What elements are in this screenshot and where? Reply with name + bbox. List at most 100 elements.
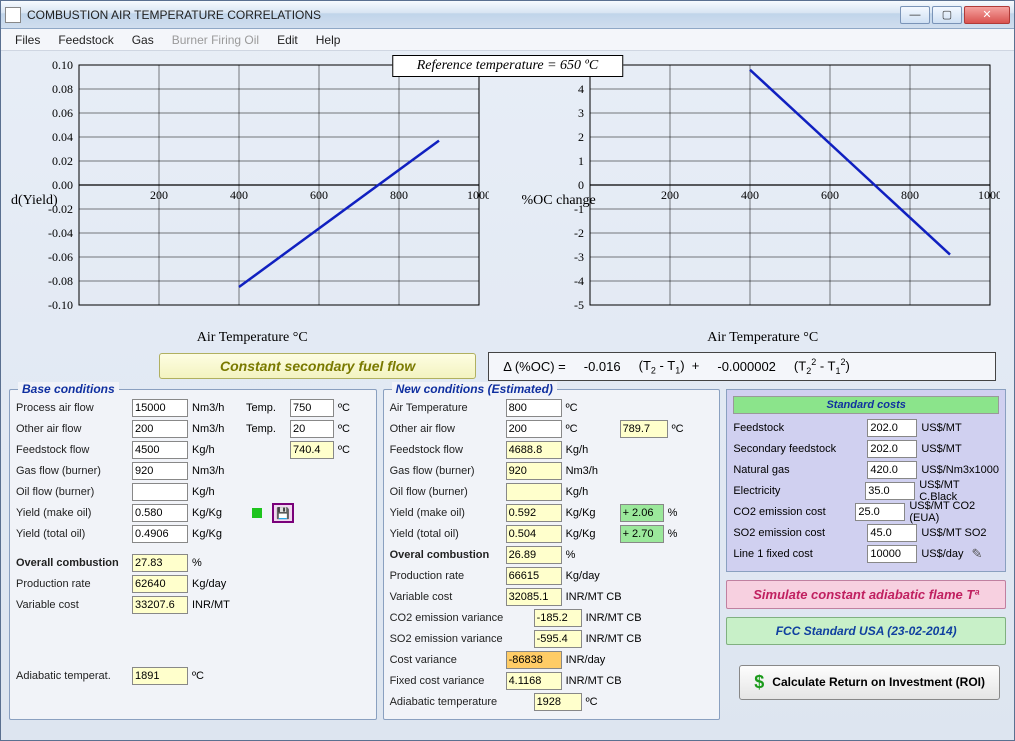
svg-text:600: 600 [821,188,839,202]
new-air-temp[interactable] [506,399,562,417]
base-other-air-temp[interactable] [290,420,334,438]
formula-t1: (T2 - T1) + [639,358,700,376]
new-yield-make-delta [620,504,664,522]
menu-help[interactable]: Help [308,31,349,49]
new-co2[interactable] [534,609,582,627]
menu-burner-oil: Burner Firing Oil [164,31,267,49]
svg-text:1: 1 [578,154,584,168]
svg-text:-4: -4 [574,274,584,288]
base-legend: Base conditions [18,382,119,396]
base-feedstock[interactable] [132,441,188,459]
base-yield-make[interactable] [132,504,188,522]
new-so2[interactable] [534,630,582,648]
base-gas-flow[interactable] [132,462,188,480]
app-icon [5,7,21,23]
svg-text:0.10: 0.10 [52,58,73,72]
new-yield-total-delta [620,525,664,543]
base-feedstock-temp[interactable] [290,441,334,459]
new-other-air[interactable] [506,420,562,438]
chart2-xlabel: Air Temperature °C [520,330,1007,346]
new-overall[interactable] [506,546,562,564]
constant-fuel-flow-button[interactable]: Constant secondary fuel flow [159,353,476,379]
new-gas-flow[interactable] [506,462,562,480]
cost-value-0[interactable] [867,419,917,437]
svg-text:1000: 1000 [978,188,1000,202]
new-yield-total[interactable] [506,525,562,543]
floppy-icon: 💾 [276,507,290,520]
base-adiabatic[interactable] [132,667,188,685]
cost-unit: US$/day [921,548,963,560]
svg-text:0.08: 0.08 [52,82,73,96]
menu-files[interactable]: Files [7,31,48,49]
cost-value-6[interactable] [867,545,917,563]
save-icon-button[interactable]: 💾 [272,503,294,523]
svg-text:1000: 1000 [467,188,489,202]
new-cost-var[interactable] [506,651,562,669]
cost-value-5[interactable] [867,524,917,542]
close-button[interactable]: ✕ [964,6,1010,24]
svg-text:-0.06: -0.06 [48,250,73,264]
minimize-button[interactable]: — [900,6,930,24]
svg-text:3: 3 [578,106,584,120]
base-oil-flow[interactable] [132,483,188,501]
base-prod-rate[interactable] [132,575,188,593]
dollar-icon: $ [754,672,764,693]
menu-feedstock[interactable]: Feedstock [50,31,121,49]
cost-unit: US$/Nm3x1000 [921,464,999,476]
base-other-air[interactable] [132,420,188,438]
menubar: Files Feedstock Gas Burner Firing Oil Ed… [1,29,1014,51]
window-title: COMBUSTION AIR TEMPERATURE CORRELATIONS [27,8,900,22]
svg-text:600: 600 [310,188,328,202]
chart2-ylabel: %OC change [522,193,596,209]
reference-temperature-box: Reference temperature = 650 ºC [392,55,623,77]
menu-edit[interactable]: Edit [269,31,306,49]
formula-box: Δ (%OC) = -0.016 (T2 - T1) + -0.000002 (… [488,352,996,381]
new-adiabatic[interactable] [534,693,582,711]
cost-value-3[interactable] [865,482,915,500]
cost-value-4[interactable] [855,503,905,521]
simulate-adiabatic-button[interactable]: Simulate constant adiabatic flame Tª [726,580,1006,609]
svg-text:800: 800 [901,188,919,202]
new-conditions-panel: New conditions (Estimated) Air Temperatu… [383,389,721,720]
new-oil-flow[interactable] [506,483,562,501]
base-process-air[interactable] [132,399,188,417]
maximize-button[interactable]: ▢ [932,6,962,24]
cost-label: Electricity [733,485,861,497]
cost-value-2[interactable] [867,461,917,479]
new-prod-rate[interactable] [506,567,562,585]
edit-icon[interactable]: ✎ [972,546,983,562]
new-legend: New conditions (Estimated) [392,382,557,396]
svg-text:400: 400 [230,188,248,202]
cost-unit: US$/MT [921,443,961,455]
fcc-standard-button[interactable]: FCC Standard USA (23-02-2014) [726,617,1006,645]
new-fixed-var[interactable] [506,672,562,690]
base-overall[interactable] [132,554,188,572]
formula-t2: (T22 - T12) [794,357,850,376]
base-yield-total[interactable] [132,525,188,543]
svg-text:0.02: 0.02 [52,154,73,168]
menu-gas[interactable]: Gas [124,31,162,49]
svg-text:2: 2 [578,130,584,144]
formula-lhs: Δ (%OC) = [503,359,566,374]
base-process-air-temp[interactable] [290,399,334,417]
new-yield-make[interactable] [506,504,562,522]
svg-text:0: 0 [578,178,584,192]
new-other-air-temp[interactable] [620,420,668,438]
svg-text:-0.10: -0.10 [48,298,73,312]
svg-text:-2: -2 [574,226,584,240]
base-var-cost[interactable] [132,596,188,614]
new-var-cost[interactable] [506,588,562,606]
svg-text:-0.04: -0.04 [48,226,73,240]
cost-unit: US$/MT [921,422,961,434]
cost-value-1[interactable] [867,440,917,458]
chart-oc-change: %OC change 2004006008001000-5-4-3-2-1012… [520,55,1007,346]
new-feedstock[interactable] [506,441,562,459]
svg-text:-5: -5 [574,298,584,312]
chart1-ylabel: d(Yield) [11,193,58,209]
calculate-roi-button[interactable]: $ Calculate Return on Investment (ROI) [739,665,1000,700]
svg-text:800: 800 [390,188,408,202]
cost-label: CO2 emission cost [733,506,851,518]
svg-text:0.06: 0.06 [52,106,73,120]
chart2-svg: 2004006008001000-5-4-3-2-1012345 [520,55,1000,325]
formula-a: -0.016 [584,359,621,374]
